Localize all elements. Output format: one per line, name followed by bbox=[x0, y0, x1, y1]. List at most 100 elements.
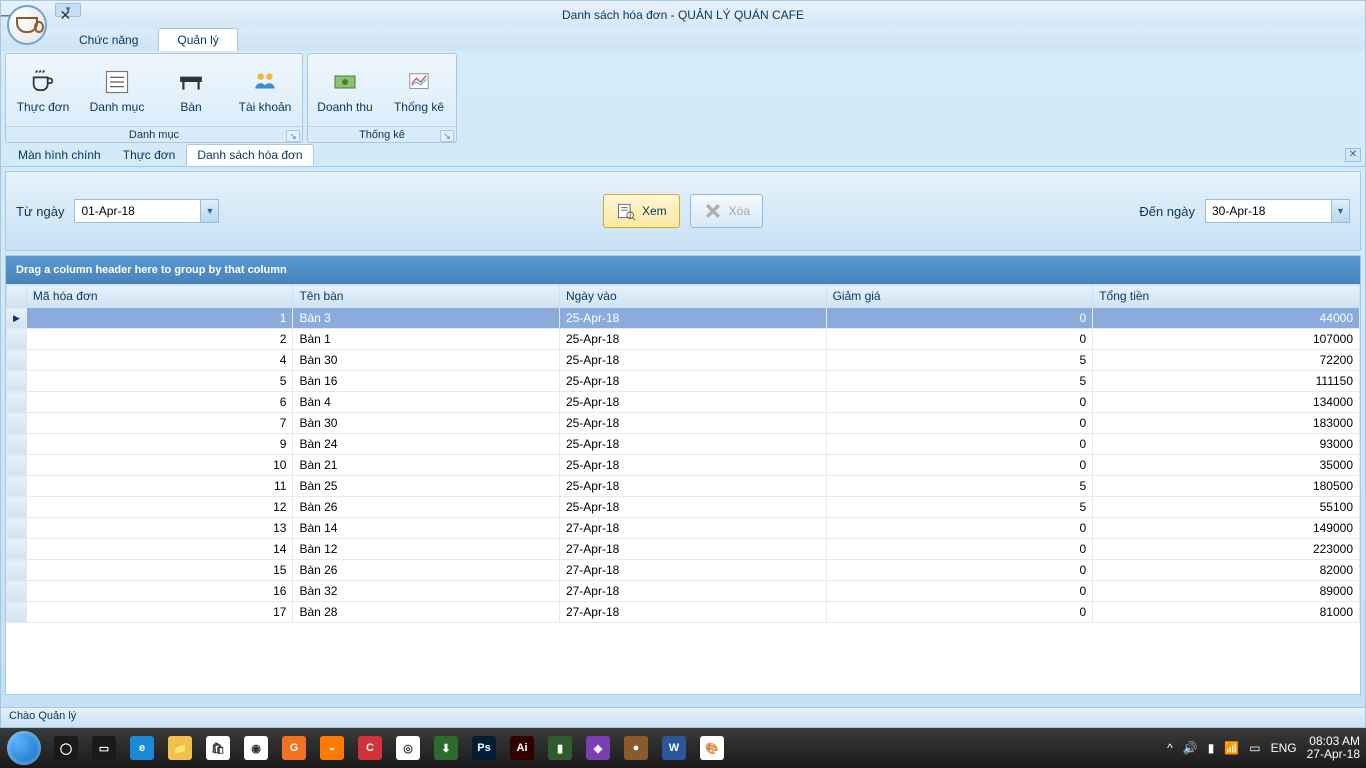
row-indicator: ▶ bbox=[7, 308, 27, 329]
table-row[interactable]: 16Bàn 3227-Apr-18089000 bbox=[7, 581, 1360, 602]
doc-tab-close-button[interactable]: ✕ bbox=[1345, 148, 1361, 162]
delete-button[interactable]: Xóa bbox=[690, 194, 763, 228]
taskbar-store-icon[interactable]: 🛍 bbox=[206, 736, 230, 760]
taskbar-photoshop-icon[interactable]: Ps bbox=[472, 736, 496, 760]
column-header-tong-tien[interactable]: Tổng tiền bbox=[1093, 285, 1360, 308]
tray-volume-icon[interactable]: 🔊 bbox=[1183, 741, 1198, 755]
row-indicator bbox=[7, 560, 27, 581]
tray-up-icon[interactable]: ^ bbox=[1167, 741, 1173, 755]
cell-ten-ban: Bàn 16 bbox=[293, 371, 560, 392]
ribbon-doanh-thu[interactable]: Doanh thu bbox=[308, 54, 382, 126]
tray-clock[interactable]: 08:03 AM 27-Apr-18 bbox=[1307, 735, 1360, 761]
ribbon-thong-ke[interactable]: Thống kê bbox=[382, 54, 456, 126]
cell-tong-tien: 107000 bbox=[1093, 329, 1360, 350]
doc-tab-thuc-don[interactable]: Thực đơn bbox=[112, 144, 187, 166]
ribbon-item-label: Tài khoản bbox=[239, 100, 292, 114]
cell-tong-tien: 89000 bbox=[1093, 581, 1360, 602]
cell-ngay-vao: 25-Apr-18 bbox=[559, 392, 826, 413]
table-row[interactable]: 15Bàn 2627-Apr-18082000 bbox=[7, 560, 1360, 581]
users-icon bbox=[248, 67, 282, 97]
table-row[interactable]: 14Bàn 1227-Apr-180223000 bbox=[7, 539, 1360, 560]
taskbar-edge-icon[interactable]: e bbox=[130, 736, 154, 760]
taskbar-word-icon[interactable]: W bbox=[662, 736, 686, 760]
table-row[interactable]: 4Bàn 3025-Apr-18572200 bbox=[7, 350, 1360, 371]
taskbar-illustrator-icon[interactable]: Ai bbox=[510, 736, 534, 760]
tray-battery-icon[interactable]: ▮ bbox=[1208, 741, 1215, 755]
tab-quan-ly[interactable]: Quản lý bbox=[158, 28, 237, 51]
row-indicator bbox=[7, 497, 27, 518]
taskbar-paint-icon[interactable]: 🎨 bbox=[700, 736, 724, 760]
column-header-ten-ban[interactable]: Tên bàn bbox=[293, 285, 560, 308]
column-header-ngay-vao[interactable]: Ngày vào bbox=[559, 285, 826, 308]
from-date-picker[interactable]: 01-Apr-18 ▼ bbox=[74, 199, 219, 223]
cell-ten-ban: Bàn 26 bbox=[293, 497, 560, 518]
table-row[interactable]: 7Bàn 3025-Apr-180183000 bbox=[7, 413, 1360, 434]
tray-wifi-icon[interactable]: 📶 bbox=[1224, 741, 1239, 755]
view-button[interactable]: Xem bbox=[603, 194, 680, 228]
table-row[interactable]: 5Bàn 1625-Apr-185111150 bbox=[7, 371, 1360, 392]
table-row[interactable]: 17Bàn 2827-Apr-18081000 bbox=[7, 602, 1360, 623]
table-row[interactable]: 2Bàn 125-Apr-180107000 bbox=[7, 329, 1360, 350]
cell-tong-tien: 111150 bbox=[1093, 371, 1360, 392]
list-icon bbox=[100, 67, 134, 97]
table-row[interactable]: 10Bàn 2125-Apr-18035000 bbox=[7, 455, 1360, 476]
to-date-picker[interactable]: 30-Apr-18 ▼ bbox=[1205, 199, 1350, 223]
tray-action-center-icon[interactable]: ▭ bbox=[1249, 741, 1260, 755]
table-row[interactable]: 9Bàn 2425-Apr-18093000 bbox=[7, 434, 1360, 455]
start-button[interactable] bbox=[4, 728, 44, 768]
cell-giam-gia: 5 bbox=[826, 350, 1093, 371]
taskbar-visualstudio-icon[interactable]: ◈ bbox=[586, 736, 610, 760]
taskbar-corel-icon[interactable]: ▮ bbox=[548, 736, 572, 760]
cell-ngay-vao: 25-Apr-18 bbox=[559, 497, 826, 518]
taskbar-idm-icon[interactable]: ⬇ bbox=[434, 736, 458, 760]
column-header-ma-hoa-don[interactable]: Mã hóa đơn bbox=[26, 285, 293, 308]
cell-ngay-vao: 25-Apr-18 bbox=[559, 308, 826, 329]
table-row[interactable]: 13Bàn 1427-Apr-180149000 bbox=[7, 518, 1360, 539]
close-button[interactable]: ✕ bbox=[59, 7, 71, 24]
cell-ten-ban: Bàn 30 bbox=[293, 413, 560, 434]
taskbar-avast-icon[interactable]: ◒ bbox=[320, 736, 344, 760]
column-header-giam-gia[interactable]: Giảm giá bbox=[826, 285, 1093, 308]
doc-tab-danh-sach-hoa-don[interactable]: Danh sách hóa đơn bbox=[186, 144, 313, 166]
app-logo[interactable] bbox=[7, 5, 47, 45]
cell-ngay-vao: 25-Apr-18 bbox=[559, 413, 826, 434]
cell-tong-tien: 82000 bbox=[1093, 560, 1360, 581]
group-by-panel[interactable]: Drag a column header here to group by th… bbox=[6, 256, 1360, 284]
cell-giam-gia: 0 bbox=[826, 602, 1093, 623]
taskbar-chrome-icon[interactable]: ◉ bbox=[244, 736, 268, 760]
cell-ma-hoa-don: 1 bbox=[26, 308, 293, 329]
ribbon-ban[interactable]: Bàn bbox=[154, 54, 228, 126]
taskbar-teamviewer-icon[interactable]: ◎ bbox=[396, 736, 420, 760]
taskbar-app1-icon[interactable]: G bbox=[282, 736, 306, 760]
taskbar-explorer-icon[interactable]: 📁 bbox=[168, 736, 192, 760]
cell-ten-ban: Bàn 21 bbox=[293, 455, 560, 476]
ribbon-thuc-don[interactable]: Thực đơn bbox=[6, 54, 80, 126]
taskbar-app-brown-icon[interactable]: ● bbox=[624, 736, 648, 760]
table-row[interactable]: 6Bàn 425-Apr-180134000 bbox=[7, 392, 1360, 413]
row-indicator bbox=[7, 476, 27, 497]
taskbar-taskview-icon[interactable]: ▭ bbox=[92, 736, 116, 760]
cell-ma-hoa-don: 17 bbox=[26, 602, 293, 623]
cell-tong-tien: 149000 bbox=[1093, 518, 1360, 539]
row-indicator bbox=[7, 329, 27, 350]
ribbon-item-label: Bàn bbox=[180, 100, 201, 114]
ribbon-group-launcher[interactable]: ↘ bbox=[440, 130, 454, 142]
table-row[interactable]: 12Bàn 2625-Apr-18555100 bbox=[7, 497, 1360, 518]
ribbon-tai-khoan[interactable]: Tài khoản bbox=[228, 54, 302, 126]
cell-ngay-vao: 27-Apr-18 bbox=[559, 560, 826, 581]
to-date-value: 30-Apr-18 bbox=[1212, 204, 1265, 218]
ribbon-group-launcher[interactable]: ↘ bbox=[286, 130, 300, 142]
table-row[interactable]: 11Bàn 2525-Apr-185180500 bbox=[7, 476, 1360, 497]
tray-language[interactable]: ENG bbox=[1271, 741, 1297, 755]
taskbar-ccleaner-icon[interactable]: C bbox=[358, 736, 382, 760]
tab-chuc-nang[interactable]: Chức năng bbox=[61, 29, 156, 51]
cell-tong-tien: 35000 bbox=[1093, 455, 1360, 476]
table-row[interactable]: ▶1Bàn 325-Apr-18044000 bbox=[7, 308, 1360, 329]
cell-ma-hoa-don: 4 bbox=[26, 350, 293, 371]
status-bar: Chào Quản lý bbox=[1, 707, 1365, 727]
taskbar-cortana-icon[interactable]: ◯ bbox=[54, 736, 78, 760]
cell-ten-ban: Bàn 28 bbox=[293, 602, 560, 623]
doc-tab-man-hinh-chinh[interactable]: Màn hình chính bbox=[7, 144, 112, 166]
ribbon-danh-muc[interactable]: Danh mục bbox=[80, 54, 154, 126]
document-tabs: Màn hình chính Thực đơn Danh sách hóa đơ… bbox=[1, 145, 1365, 167]
